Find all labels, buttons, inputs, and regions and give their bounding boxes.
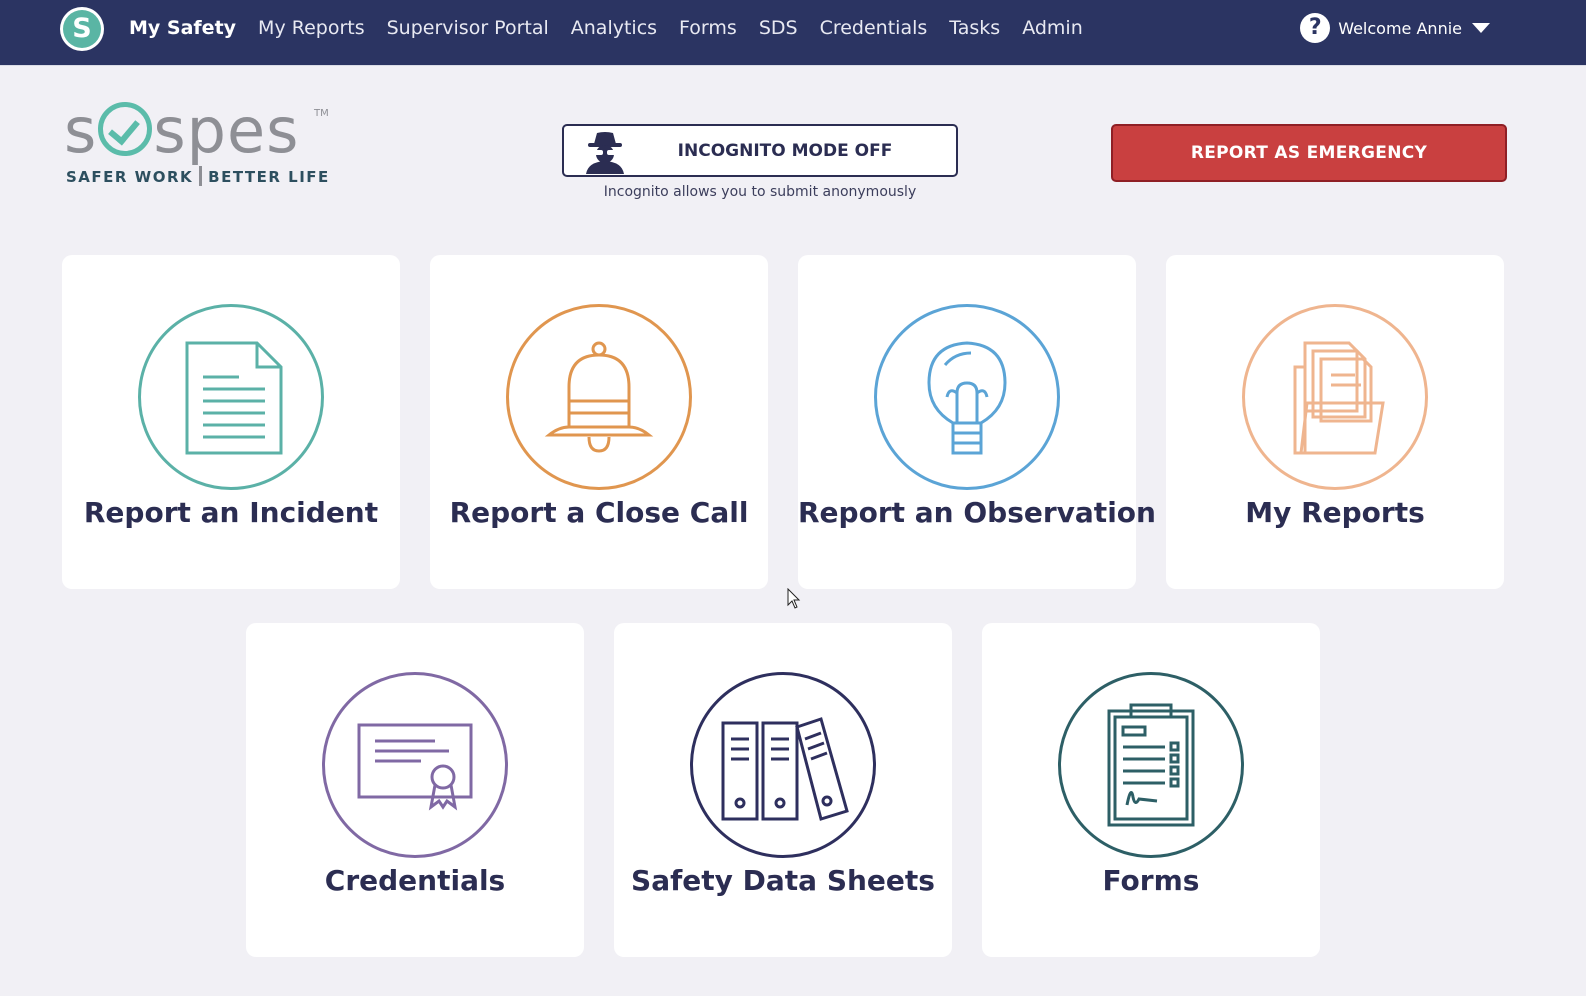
nav-item-forms[interactable]: Forms [668, 17, 748, 39]
card-report-observation[interactable]: Report an Observation [798, 255, 1156, 589]
card-my-reports[interactable]: My Reports [1166, 255, 1504, 589]
card-icon-circle [1242, 304, 1428, 490]
incognito-hint: Incognito allows you to submit anonymous… [603, 184, 917, 200]
card-report-incident[interactable]: Report an Incident [62, 255, 400, 589]
card-icon-circle [690, 672, 876, 858]
card-label: Forms [1102, 864, 1200, 897]
logo-wordmark: s spes [64, 96, 299, 166]
main-nav: My Safety My Reports Supervisor Portal A… [118, 0, 1094, 56]
tagline-left: SAFER WORK [66, 168, 194, 186]
card-label: Report an Observation [798, 496, 1156, 529]
mouse-cursor-icon [787, 588, 801, 609]
card-icon-circle [138, 304, 324, 490]
logo-tagline: SAFER WORK BETTER LIFE [66, 166, 330, 186]
nav-item-admin[interactable]: Admin [1011, 17, 1094, 39]
card-forms[interactable]: Forms [982, 623, 1320, 957]
nav-item-analytics[interactable]: Analytics [560, 17, 668, 39]
spy-icon [586, 132, 624, 174]
welcome-text[interactable]: Welcome Annie [1338, 19, 1462, 38]
report-emergency-button[interactable]: REPORT AS EMERGENCY [1111, 124, 1507, 182]
card-icon-circle [506, 304, 692, 490]
bell-icon [544, 341, 654, 453]
nav-item-sds[interactable]: SDS [748, 17, 809, 39]
chevron-down-icon[interactable] [1472, 23, 1490, 33]
nav-item-my-reports[interactable]: My Reports [247, 17, 376, 39]
card-label: Report a Close Call [449, 496, 749, 529]
user-menu[interactable]: ? Welcome Annie [1300, 13, 1490, 43]
folder-icon [1293, 341, 1385, 455]
incognito-toggle-button[interactable]: INCOGNITO MODE OFF [562, 124, 958, 177]
card-icon-circle [322, 672, 508, 858]
card-icon-circle [874, 304, 1060, 490]
card-safety-data-sheets[interactable]: Safety Data Sheets [614, 623, 952, 957]
app-logo[interactable]: S [60, 7, 104, 51]
lightbulb-icon [927, 341, 1007, 455]
nav-item-my-safety[interactable]: My Safety [118, 17, 247, 39]
card-icon-circle [1058, 672, 1244, 858]
card-label: Credentials [324, 864, 506, 897]
logo-word-start: s [64, 94, 98, 167]
tagline-right: BETTER LIFE [208, 168, 330, 186]
help-icon[interactable]: ? [1300, 13, 1331, 43]
top-nav-bar: S My Safety My Reports Supervisor Portal… [0, 0, 1586, 66]
binders-icon [721, 717, 849, 821]
card-label: Safety Data Sheets [631, 864, 935, 897]
tagline-divider [199, 166, 203, 186]
document-icon [185, 341, 283, 455]
card-credentials[interactable]: Credentials [246, 623, 584, 957]
nav-item-credentials[interactable]: Credentials [809, 17, 939, 39]
card-label: My Reports [1245, 496, 1425, 529]
nav-item-tasks[interactable]: Tasks [938, 17, 1011, 39]
app-logo-letter: S [63, 10, 101, 48]
certificate-icon [357, 723, 473, 811]
card-label: Report an Incident [83, 496, 379, 529]
logo-word-end: spes [153, 94, 300, 167]
card-report-close-call[interactable]: Report a Close Call [430, 255, 768, 589]
nav-item-supervisor-portal[interactable]: Supervisor Portal [376, 17, 560, 39]
logo-trademark: TM [314, 108, 329, 119]
check-icon [98, 102, 153, 156]
clipboard-icon [1107, 703, 1195, 827]
sospes-logo: s spes TM SAFER WORK BETTER LIFE [64, 96, 334, 186]
